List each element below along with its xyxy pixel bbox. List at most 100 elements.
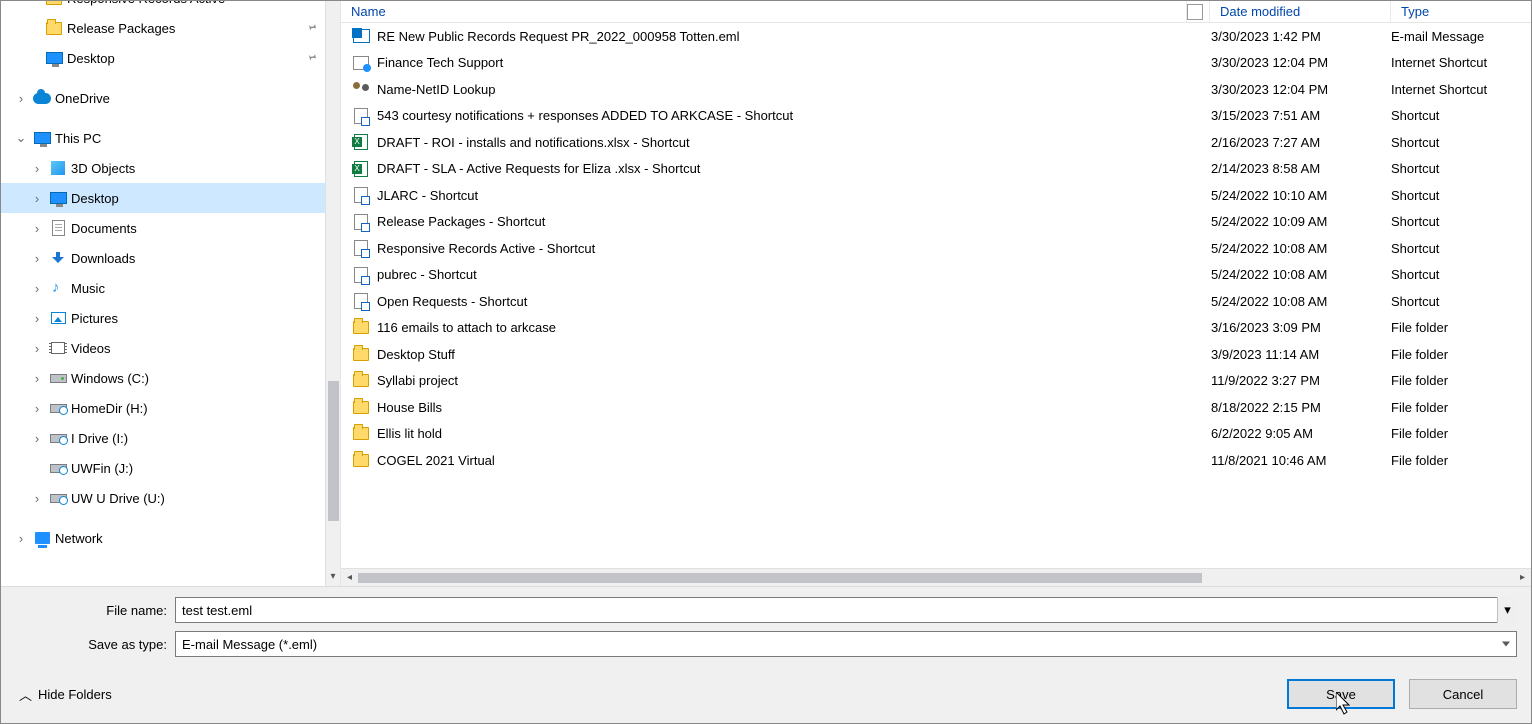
chevron-up-icon: ︿: [19, 685, 32, 704]
netdrive-icon: [50, 494, 67, 503]
file-date: 3/30/2023 12:04 PM: [1211, 82, 1391, 97]
folder-icon: [353, 454, 369, 467]
tree-item[interactable]: ›Network: [1, 523, 326, 553]
tree-item[interactable]: › Downloads: [1, 243, 326, 273]
tree-item[interactable]: ›HomeDir (H:): [1, 393, 326, 423]
file-row[interactable]: Ellis lit hold6/2/2022 9:05 AMFile folde…: [341, 421, 1531, 448]
file-type: Shortcut: [1391, 108, 1531, 123]
file-icon: [351, 26, 371, 46]
tree-item[interactable]: › Documents: [1, 213, 326, 243]
filename-label: File name:: [15, 603, 175, 618]
expand-chevron-icon[interactable]: ›: [29, 251, 45, 266]
file-list[interactable]: RE New Public Records Request PR_2022_00…: [341, 23, 1531, 568]
file-row[interactable]: 543 courtesy notifications + responses A…: [341, 103, 1531, 130]
column-header-type[interactable]: Type: [1391, 4, 1531, 19]
file-row[interactable]: DRAFT - SLA - Active Requests for Eliza …: [341, 156, 1531, 183]
tree-item[interactable]: ›Videos: [1, 333, 326, 363]
file-date: 5/24/2022 10:08 AM: [1211, 294, 1391, 309]
file-row[interactable]: House Bills8/18/2022 2:15 PMFile folder: [341, 394, 1531, 421]
sidebar-scrollbar[interactable]: ▾: [325, 1, 340, 586]
expand-chevron-icon[interactable]: ›: [29, 311, 45, 326]
file-row[interactable]: Syllabi project11/9/2022 3:27 PMFile fol…: [341, 368, 1531, 395]
expand-chevron-icon[interactable]: ›: [29, 431, 45, 446]
column-header-date[interactable]: Date modified: [1210, 4, 1390, 19]
expand-chevron-icon[interactable]: ›: [13, 531, 29, 546]
tree-item-label: Desktop: [71, 191, 119, 206]
vid-icon: [51, 342, 65, 354]
hscrollbar-track[interactable]: [358, 571, 1514, 585]
file-name: House Bills: [377, 400, 1211, 415]
file-type: Shortcut: [1391, 135, 1531, 150]
chevron-right-icon[interactable]: ▸: [1514, 572, 1531, 583]
file-row[interactable]: 116 emails to attach to arkcase3/16/2023…: [341, 315, 1531, 342]
column-header-name[interactable]: Name: [341, 4, 1186, 19]
file-row[interactable]: JLARC - Shortcut5/24/2022 10:10 AMShortc…: [341, 182, 1531, 209]
lnk-icon: [354, 267, 368, 283]
file-date: 8/18/2022 2:15 PM: [1211, 400, 1391, 415]
expand-chevron-icon[interactable]: ›: [29, 401, 45, 416]
savetype-combobox[interactable]: E-mail Message (*.eml): [175, 631, 1517, 657]
tree-item[interactable]: ›3D Objects: [1, 153, 326, 183]
folder-icon: [353, 427, 369, 440]
tree-item-label: Release Packages: [67, 21, 175, 36]
expand-chevron-icon[interactable]: ⌄: [13, 130, 29, 146]
cancel-button[interactable]: Cancel: [1409, 679, 1517, 709]
file-type: File folder: [1391, 453, 1531, 468]
expand-chevron-icon[interactable]: ›: [29, 191, 45, 206]
tree-item[interactable]: ›UWFin (J:): [1, 453, 326, 483]
quick-access-item[interactable]: Responsive Records Active: [1, 1, 326, 13]
file-row[interactable]: Desktop Stuff3/9/2023 11:14 AMFile folde…: [341, 341, 1531, 368]
file-row[interactable]: DRAFT - ROI - installs and notifications…: [341, 129, 1531, 156]
expand-chevron-icon[interactable]: ›: [29, 371, 45, 386]
doc-icon: [52, 220, 65, 236]
file-date: 3/30/2023 12:04 PM: [1211, 55, 1391, 70]
hide-folders-toggle[interactable]: ︿ Hide Folders: [19, 685, 112, 704]
expand-chevron-icon[interactable]: ›: [29, 341, 45, 356]
chevron-down-icon[interactable]: ▾: [326, 569, 341, 584]
filename-input[interactable]: [175, 597, 1517, 623]
tree-item[interactable]: ›I Drive (I:): [1, 423, 326, 453]
sidebar-scrollbar-thumb[interactable]: [328, 381, 339, 521]
file-row[interactable]: RE New Public Records Request PR_2022_00…: [341, 23, 1531, 50]
file-row[interactable]: Responsive Records Active - Shortcut5/24…: [341, 235, 1531, 262]
expand-chevron-icon[interactable]: ›: [29, 491, 45, 506]
hscrollbar-thumb[interactable]: [358, 573, 1202, 583]
chevron-left-icon[interactable]: ◂: [341, 572, 358, 583]
tree-item[interactable]: ›UW U Drive (U:): [1, 483, 326, 513]
file-type: File folder: [1391, 426, 1531, 441]
file-row[interactable]: Name-NetID Lookup3/30/2023 12:04 PMInter…: [341, 76, 1531, 103]
monitor-icon: [34, 132, 51, 144]
file-name: pubrec - Shortcut: [377, 267, 1211, 282]
ppl-icon: [353, 82, 369, 96]
tree-item[interactable]: › Desktop: [1, 183, 326, 213]
expand-chevron-icon[interactable]: ›: [13, 91, 29, 106]
lnk-icon: [354, 240, 368, 256]
filename-dropdown-icon[interactable]: ▾: [1497, 597, 1517, 623]
quick-access-item[interactable]: Desktop: [1, 43, 326, 73]
expand-chevron-icon[interactable]: ›: [29, 221, 45, 236]
save-button[interactable]: Save: [1287, 679, 1395, 709]
tree-item[interactable]: ›Pictures: [1, 303, 326, 333]
file-row[interactable]: Finance Tech Support3/30/2023 12:04 PMIn…: [341, 50, 1531, 77]
file-row[interactable]: pubrec - Shortcut5/24/2022 10:08 AMShort…: [341, 262, 1531, 289]
drive-icon: [50, 374, 67, 383]
expand-chevron-icon[interactable]: ›: [29, 161, 45, 176]
tree-item[interactable]: › OneDrive: [1, 83, 326, 113]
sidebar-scrollbar-track[interactable]: [326, 1, 341, 569]
file-row[interactable]: COGEL 2021 Virtual11/8/2021 10:46 AMFile…: [341, 447, 1531, 474]
file-row[interactable]: Release Packages - Shortcut5/24/2022 10:…: [341, 209, 1531, 236]
tree-item[interactable]: ›Windows (C:): [1, 363, 326, 393]
xls-icon: [354, 161, 368, 177]
folder-icon: [353, 374, 369, 387]
tree-item-label: Documents: [71, 221, 137, 236]
tree-item[interactable]: ⌄This PC: [1, 123, 326, 153]
tree-item[interactable]: ›♪Music: [1, 273, 326, 303]
tree-item-label: Downloads: [71, 251, 135, 266]
expand-chevron-icon[interactable]: ›: [29, 281, 45, 296]
select-all-checkbox[interactable]: [1187, 4, 1203, 20]
file-date: 3/30/2023 1:42 PM: [1211, 29, 1391, 44]
file-row[interactable]: Open Requests - Shortcut5/24/2022 10:08 …: [341, 288, 1531, 315]
tree-item-label: OneDrive: [55, 91, 110, 106]
quick-access-item[interactable]: Release Packages: [1, 13, 326, 43]
file-list-hscrollbar[interactable]: ◂ ▸: [341, 568, 1531, 586]
